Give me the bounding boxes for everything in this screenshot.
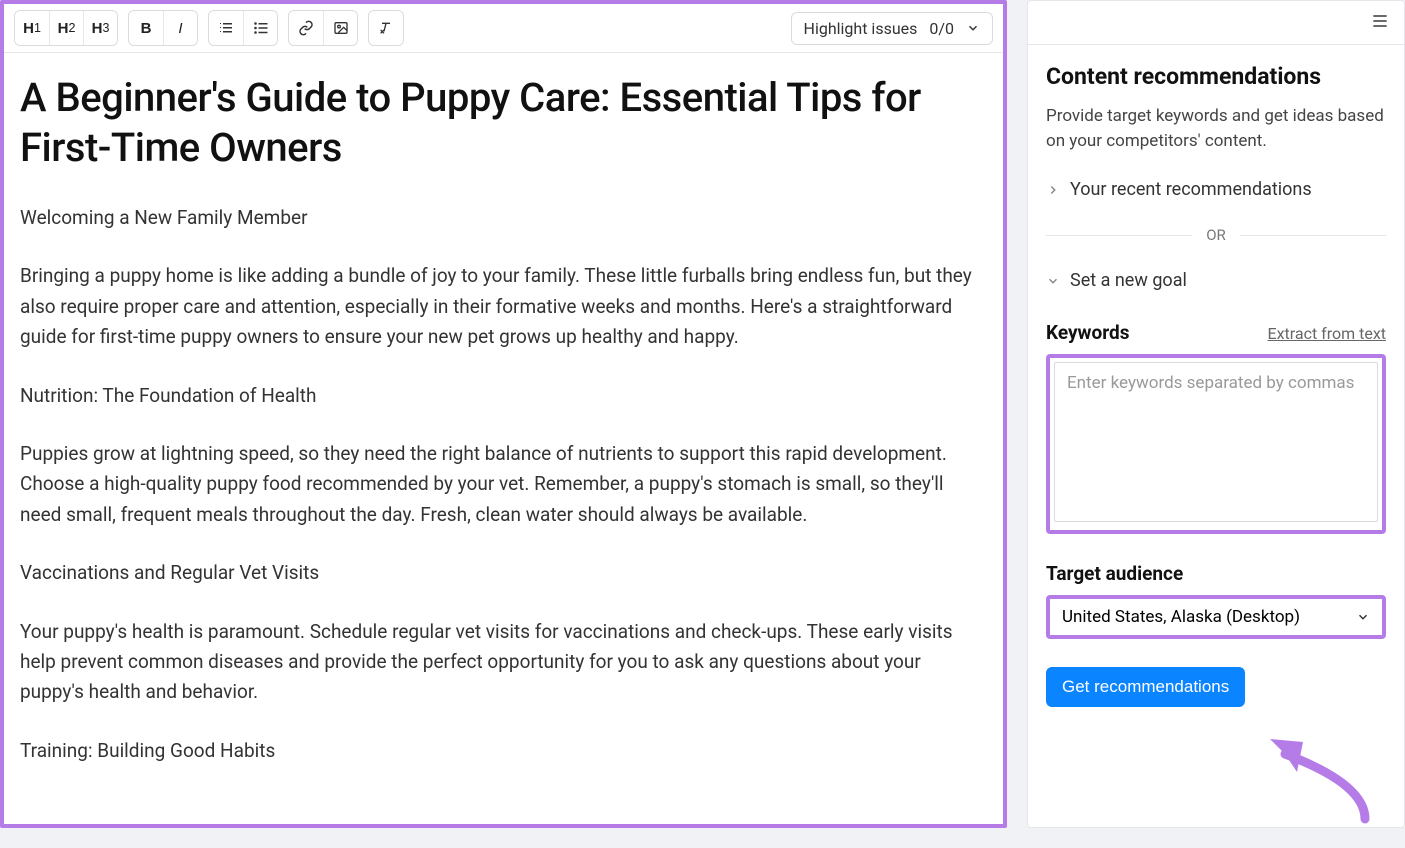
heading-3-button[interactable]: H3 [83,11,117,45]
unordered-list-button[interactable] [243,11,277,45]
target-audience-label: Target audience [1046,562,1386,585]
menu-icon[interactable] [1370,11,1390,35]
clear-formatting-button[interactable] [369,11,403,45]
keywords-input[interactable] [1054,362,1378,522]
editor-toolbar: H1 H2 H3 B I [4,4,1003,53]
paragraph: Vaccinations and Regular Vet Visits [20,558,987,588]
extract-from-text-link[interactable]: Extract from text [1268,324,1387,343]
image-button[interactable] [323,11,357,45]
set-new-goal-toggle[interactable]: Set a new goal [1046,264,1386,297]
keywords-label: Keywords [1046,321,1129,344]
heading-2-button[interactable]: H2 [49,11,83,45]
keywords-box [1046,354,1386,534]
paragraph: Puppies grow at lightning speed, so they… [20,439,987,530]
editor-panel: H1 H2 H3 B I [0,0,1007,828]
editor-content[interactable]: A Beginner's Guide to Puppy Care: Essent… [4,53,1003,824]
chevron-down-icon [1356,610,1370,624]
or-divider: OR [1046,226,1386,244]
sidebar-panel: Content recommendations Provide target k… [1027,0,1405,828]
sidebar-subheading: Provide target keywords and get ideas ba… [1046,104,1386,153]
document-title: A Beginner's Guide to Puppy Care: Essent… [20,73,987,173]
link-button[interactable] [289,11,323,45]
bold-button[interactable]: B [129,11,163,45]
target-audience-select[interactable]: United States, Alaska (Desktop) [1046,595,1386,639]
highlight-issues-label: Highlight issues [804,19,918,38]
set-new-goal-label: Set a new goal [1070,270,1187,291]
recent-recommendations-toggle[interactable]: Your recent recommendations [1046,173,1386,206]
paragraph: Welcoming a New Family Member [20,203,987,233]
highlight-issues-dropdown[interactable]: Highlight issues 0/0 [791,12,993,45]
paragraph: Nutrition: The Foundation of Health [20,381,987,411]
target-audience-value: United States, Alaska (Desktop) [1062,607,1300,627]
chevron-down-icon [966,21,980,35]
recent-recommendations-label: Your recent recommendations [1070,179,1312,200]
annotation-arrow-icon [1225,734,1375,838]
ordered-list-button[interactable] [209,11,243,45]
sidebar-heading: Content recommendations [1046,63,1386,90]
chevron-right-icon [1046,183,1060,197]
paragraph: Training: Building Good Habits [20,736,987,766]
paragraph: Bringing a puppy home is like adding a b… [20,261,987,352]
chevron-down-icon [1046,274,1060,288]
get-recommendations-button[interactable]: Get recommendations [1046,667,1245,707]
paragraph: Your puppy's health is paramount. Schedu… [20,617,987,708]
or-label: OR [1206,226,1226,244]
italic-button[interactable]: I [163,11,197,45]
highlight-issues-count: 0/0 [929,19,954,38]
heading-1-button[interactable]: H1 [15,11,49,45]
